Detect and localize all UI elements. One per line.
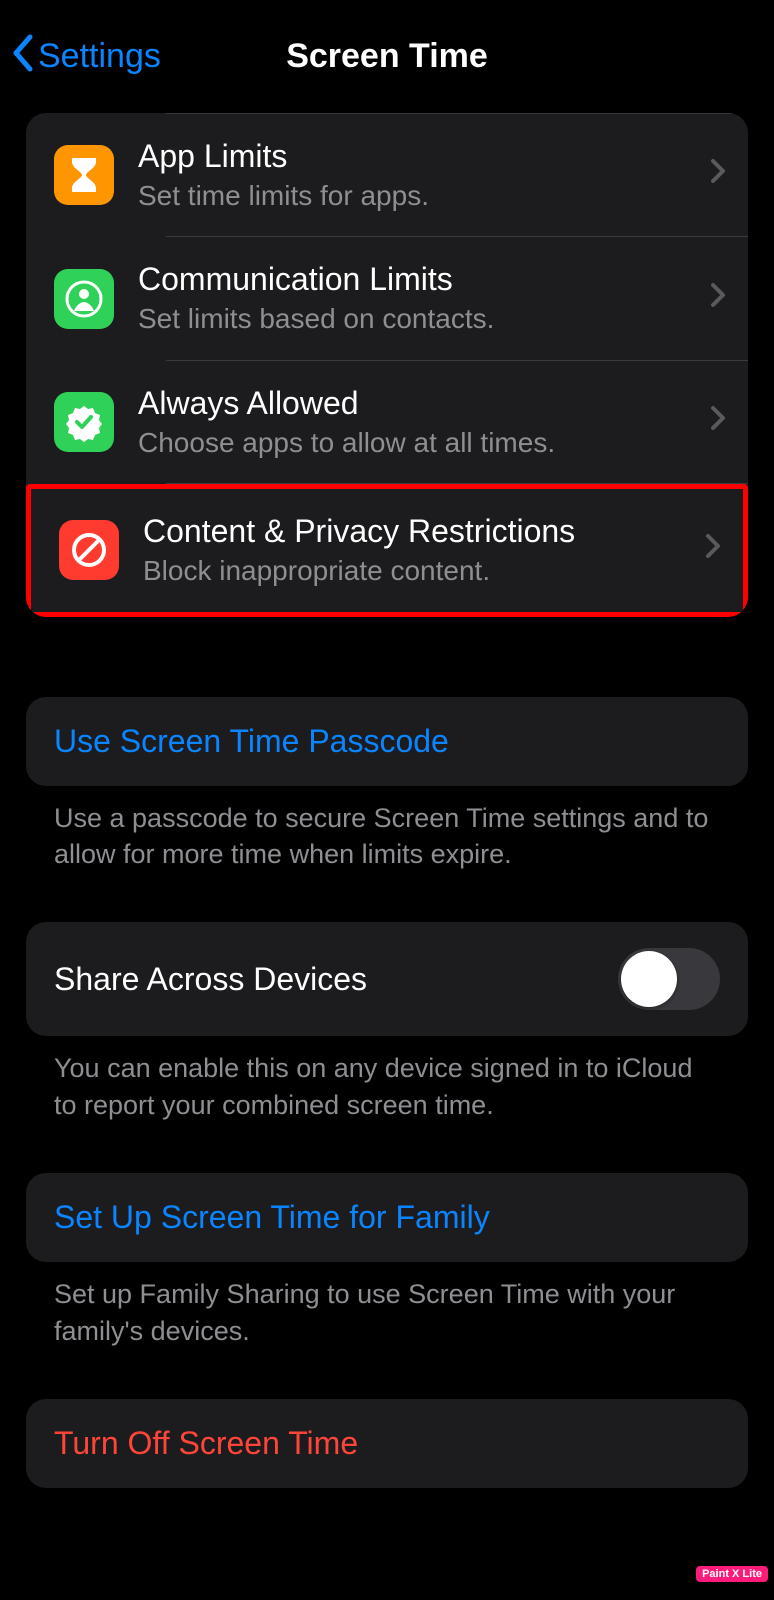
back-button[interactable]: Settings [10,33,161,81]
checkmark-seal-icon [54,392,114,452]
hourglass-icon [54,145,114,205]
row-subtitle: Choose apps to allow at all times. [138,425,686,461]
row-text: App Limits Set time limits for apps. [138,136,686,214]
chevron-left-icon [10,33,34,81]
row-content-privacy[interactable]: Content & Privacy Restrictions Block ina… [31,489,743,611]
row-subtitle: Set limits based on contacts. [138,301,686,337]
row-title: Communication Limits [138,259,686,299]
nosign-icon [59,520,119,580]
toggle-knob [621,951,677,1007]
row-use-passcode[interactable]: Use Screen Time Passcode [26,697,748,786]
passcode-footer: Use a passcode to secure Screen Time set… [26,786,748,873]
row-title: App Limits [138,136,686,176]
chevron-right-icon [705,533,721,567]
row-subtitle: Set time limits for apps. [138,178,686,214]
chevron-right-icon [710,282,726,316]
contact-circle-icon [54,269,114,329]
watermark-badge: Paint X Lite [696,1566,768,1582]
page-title: Screen Time [286,37,488,76]
row-communication-limits[interactable]: Communication Limits Set limits based on… [26,237,748,359]
row-text: Content & Privacy Restrictions Block ina… [143,511,681,589]
row-setup-family[interactable]: Set Up Screen Time for Family [26,1173,748,1262]
row-app-limits[interactable]: App Limits Set time limits for apps. [26,114,748,236]
back-label: Settings [38,37,161,76]
highlight-annotation: Content & Privacy Restrictions Block ina… [26,484,748,616]
share-label: Share Across Devices [54,961,367,998]
passcode-label: Use Screen Time Passcode [54,723,449,760]
restrictions-group: App Limits Set time limits for apps. Com… [26,113,748,617]
row-text: Communication Limits Set limits based on… [138,259,686,337]
turn-off-label: Turn Off Screen Time [54,1425,358,1462]
row-always-allowed[interactable]: Always Allowed Choose apps to allow at a… [26,361,748,483]
share-footer: You can enable this on any device signed… [26,1036,748,1123]
family-label: Set Up Screen Time for Family [54,1199,490,1236]
share-toggle[interactable] [618,948,720,1010]
row-subtitle: Block inappropriate content. [143,553,681,589]
row-title: Content & Privacy Restrictions [143,511,681,551]
navigation-bar: Settings Screen Time [0,0,774,113]
family-footer: Set up Family Sharing to use Screen Time… [26,1262,748,1349]
row-share-across-devices[interactable]: Share Across Devices [26,922,748,1036]
row-text: Always Allowed Choose apps to allow at a… [138,383,686,461]
row-title: Always Allowed [138,383,686,423]
row-turn-off[interactable]: Turn Off Screen Time [26,1399,748,1488]
chevron-right-icon [710,405,726,439]
chevron-right-icon [710,158,726,192]
